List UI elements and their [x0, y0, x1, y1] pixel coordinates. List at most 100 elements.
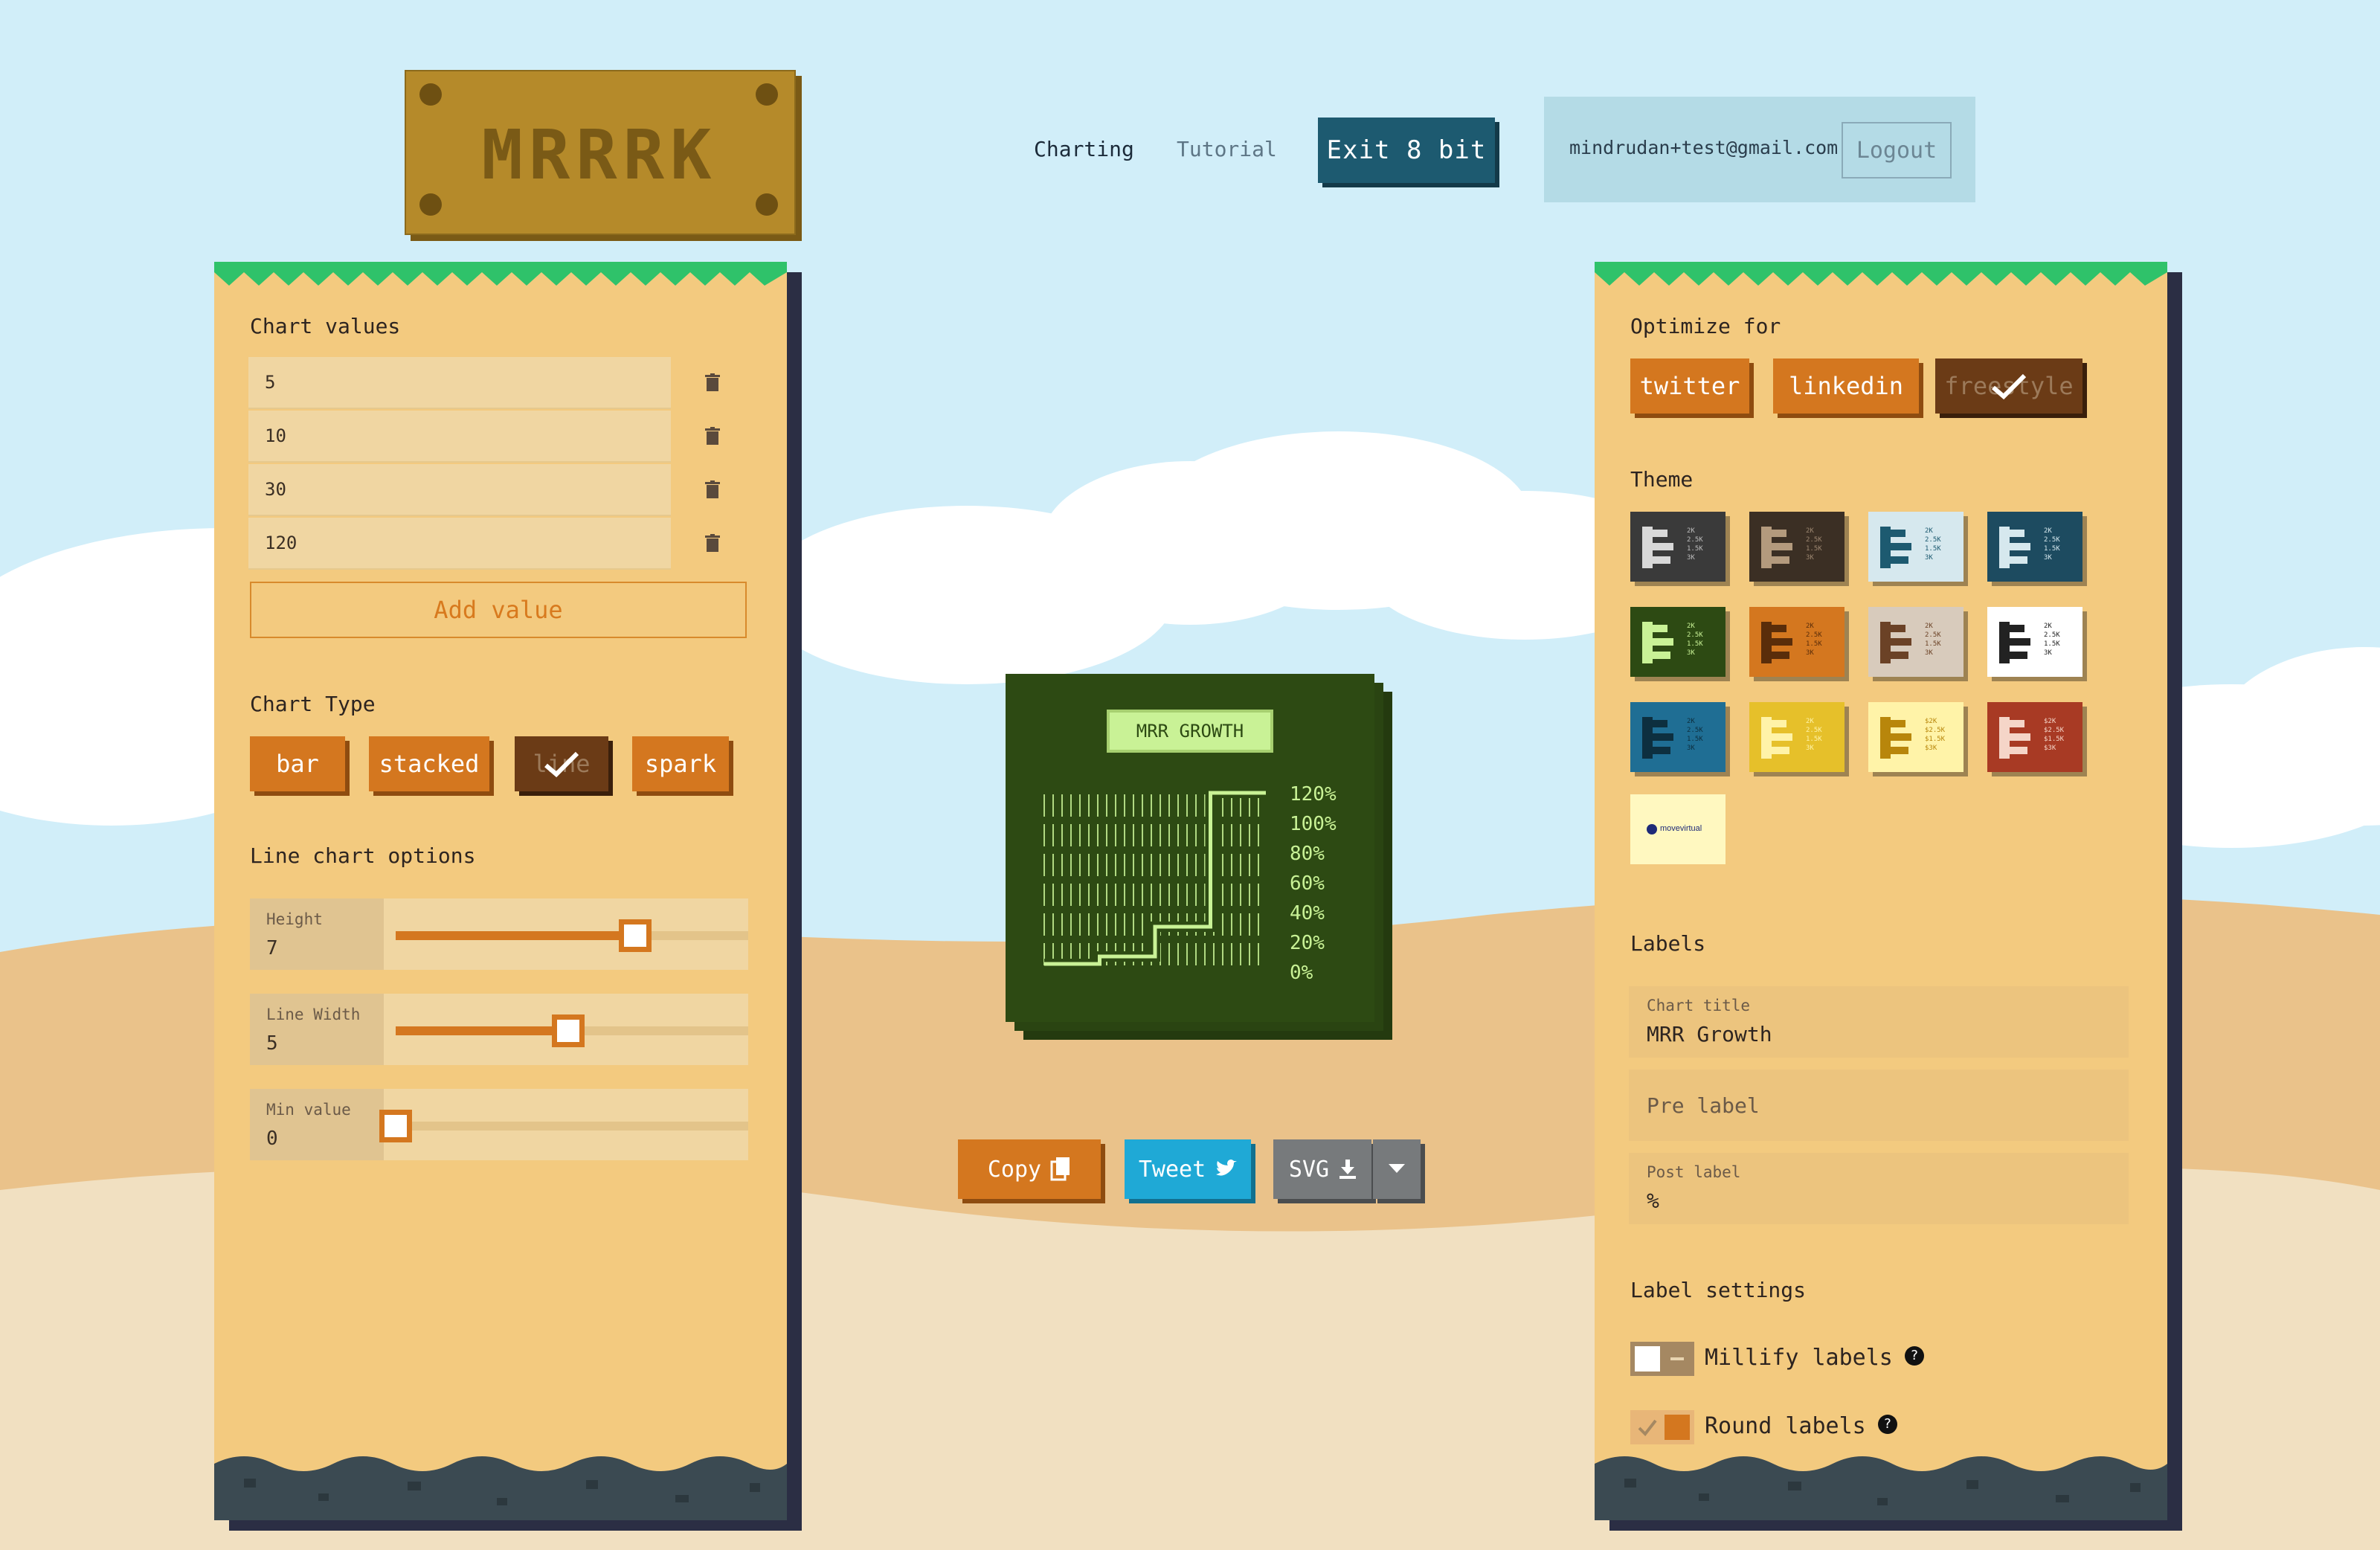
slider-track[interactable]: [396, 919, 748, 952]
chart-type-spark[interactable]: spark: [632, 736, 729, 791]
slider-label: Height: [266, 910, 323, 928]
chart-type-bar[interactable]: bar: [250, 736, 345, 791]
y-tick-label: 40%: [1290, 902, 1325, 924]
slider-value: 0: [266, 1128, 278, 1150]
svg-dropdown-button[interactable]: [1373, 1139, 1421, 1199]
download-icon: [1339, 1160, 1357, 1179]
min-value-slider[interactable]: Min value 0: [250, 1089, 748, 1160]
user-box: mindrudan+test@gmail.com Logout: [1544, 97, 1975, 202]
logo-bolt: [756, 83, 778, 106]
post-label-field[interactable]: Post label %: [1629, 1153, 2129, 1224]
theme-sample-labels: 2K 2.5K 1.5K 3K: [1806, 527, 1822, 562]
theme-option-9[interactable]: 2K 2.5K 1.5K 3K: [1630, 702, 1726, 772]
theme-sample-labels: 2K 2.5K 1.5K 3K: [1687, 623, 1703, 657]
trash-icon[interactable]: [705, 534, 720, 552]
optimize-freestyle[interactable]: freestyle: [1935, 358, 2082, 414]
copy-label: Copy: [987, 1156, 1042, 1183]
line-options-title: Line chart options: [250, 843, 476, 868]
field-label: Chart title: [1647, 997, 1751, 1014]
bar-chart-icon: [1761, 527, 1792, 568]
field-value: %: [1647, 1189, 1659, 1213]
trash-icon[interactable]: [705, 427, 720, 445]
nav-charting[interactable]: Charting: [1034, 137, 1134, 161]
exit-8bit-button[interactable]: Exit 8 bit: [1318, 118, 1495, 183]
theme-option-10[interactable]: 2K 2.5K 1.5K 3K: [1749, 702, 1844, 772]
millify-toggle[interactable]: [1630, 1342, 1694, 1376]
logout-button[interactable]: Logout: [1842, 122, 1952, 179]
mrrrk-logo[interactable]: MRRRK: [405, 70, 796, 235]
svg-download-button[interactable]: SVG: [1273, 1139, 1371, 1199]
theme-option-3[interactable]: 2K 2.5K 1.5K 3K: [1868, 512, 1964, 582]
brand-logo-icon: [1647, 824, 1657, 835]
theme-option-6[interactable]: 2K 2.5K 1.5K 3K: [1749, 607, 1844, 677]
chart-title-field[interactable]: Chart title MRR Growth: [1629, 986, 2129, 1058]
y-tick-label: 100%: [1290, 813, 1337, 835]
theme-sample-labels: 2K 2.5K 1.5K 3K: [2044, 527, 2060, 562]
theme-sample-labels: 2K 2.5K 1.5K 3K: [1687, 718, 1703, 752]
svg-label: SVG: [1288, 1156, 1330, 1183]
height-slider[interactable]: Height 7: [250, 898, 748, 970]
theme-option-7[interactable]: 2K 2.5K 1.5K 3K: [1868, 607, 1964, 677]
checkmark-icon: [544, 751, 579, 778]
chart-series-line: [1044, 791, 1266, 966]
trash-icon[interactable]: [705, 373, 720, 391]
help-icon[interactable]: ?: [1904, 1345, 1924, 1366]
millify-label-row: Millify labels?: [1705, 1345, 1924, 1371]
pre-label-field[interactable]: Pre label: [1629, 1070, 2129, 1141]
copy-icon: [1050, 1157, 1070, 1181]
slider-thumb[interactable]: [619, 919, 652, 952]
labels-title: Labels: [1630, 931, 1706, 956]
slider-thumb[interactable]: [552, 1014, 585, 1047]
checkmark-icon: [1992, 373, 2027, 400]
bar-chart-icon: [1642, 622, 1673, 663]
value-input[interactable]: 120: [248, 518, 671, 570]
custom-theme-brand: movevirtual: [1660, 824, 1702, 833]
chevron-down-icon: [1389, 1164, 1405, 1173]
theme-option-2[interactable]: 2K 2.5K 1.5K 3K: [1749, 512, 1844, 582]
theme-custom-movevirtual[interactable]: movevirtual: [1630, 794, 1726, 864]
bar-chart-icon: [1880, 527, 1911, 568]
chart-type-stacked[interactable]: stacked: [369, 736, 489, 791]
slider-track[interactable]: [396, 1014, 748, 1047]
line-width-slider[interactable]: Line Width 5: [250, 994, 748, 1065]
slider-track[interactable]: [379, 1110, 748, 1142]
theme-sample-labels: 2K 2.5K 1.5K 3K: [1806, 623, 1822, 657]
field-placeholder: Pre label: [1647, 1093, 1760, 1118]
theme-option-5[interactable]: 2K 2.5K 1.5K 3K: [1630, 607, 1726, 677]
value-input[interactable]: 30: [248, 464, 671, 516]
chart-plot: 120% 100% 80% 60% 40% 20% 0%: [1043, 783, 1337, 984]
optimize-twitter[interactable]: twitter: [1630, 358, 1749, 414]
slider-label: Line Width: [266, 1006, 361, 1023]
theme-option-12[interactable]: $2K $2.5K $1.5K $3K: [1987, 702, 2082, 772]
bar-chart-icon: [1642, 717, 1673, 759]
theme-option-1[interactable]: 2K 2.5K 1.5K 3K: [1630, 512, 1726, 582]
tweet-label: Tweet: [1138, 1156, 1206, 1183]
theme-sample-labels: 2K 2.5K 1.5K 3K: [1925, 527, 1941, 562]
logo-bolt: [419, 193, 442, 216]
trash-icon[interactable]: [705, 480, 720, 498]
logo-text: MRRRK: [481, 115, 718, 195]
optimize-linkedin[interactable]: linkedin: [1773, 358, 1919, 414]
round-toggle[interactable]: [1630, 1410, 1694, 1444]
nav-tutorial[interactable]: Tutorial: [1177, 137, 1277, 161]
theme-option-11[interactable]: $2K $2.5K $1.5K $3K: [1868, 702, 1964, 772]
slider-value: 7: [266, 937, 278, 959]
add-value-button[interactable]: Add value: [250, 582, 747, 638]
theme-option-4[interactable]: 2K 2.5K 1.5K 3K: [1987, 512, 2082, 582]
left-panel: Chart values 5 10 30 120 Add value Chart…: [214, 262, 787, 1520]
chart-type-line[interactable]: line: [515, 736, 608, 791]
bar-chart-icon: [1761, 717, 1792, 759]
help-icon[interactable]: ?: [1877, 1414, 1897, 1434]
tweet-button[interactable]: Tweet: [1125, 1139, 1251, 1199]
value-input[interactable]: 5: [248, 357, 671, 409]
user-email: mindrudan+test@gmail.com: [1569, 137, 1839, 158]
slider-thumb[interactable]: [379, 1110, 412, 1142]
rock-border: [214, 1456, 787, 1520]
y-tick-label: 20%: [1290, 932, 1325, 954]
copy-button[interactable]: Copy: [958, 1139, 1101, 1199]
logo-bolt: [756, 193, 778, 216]
theme-option-8[interactable]: 2K 2.5K 1.5K 3K: [1987, 607, 2082, 677]
bar-chart-icon: [1880, 717, 1911, 759]
value-input[interactable]: 10: [248, 411, 671, 463]
grass-border: [1595, 262, 2167, 286]
